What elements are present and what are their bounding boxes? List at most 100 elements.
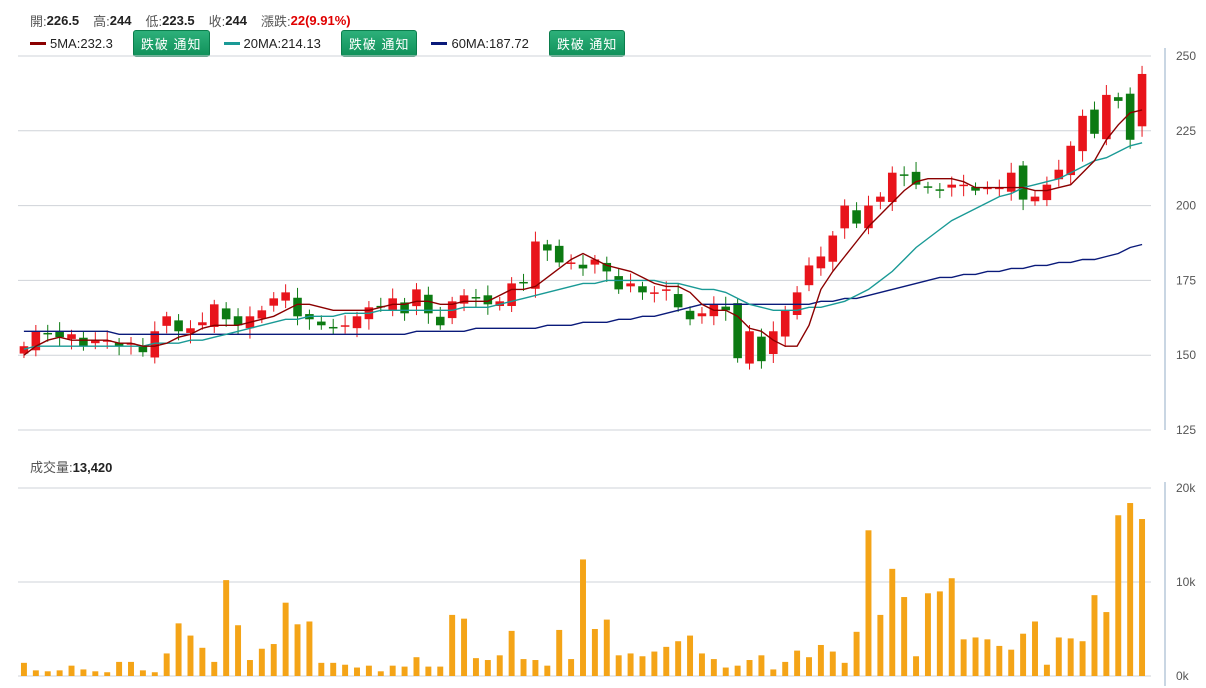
volume-bar: [924, 593, 931, 676]
volume-bar: [889, 568, 896, 676]
volume-bar: [746, 660, 753, 676]
volume-bar: [449, 614, 456, 676]
candle-body: [614, 276, 623, 290]
price-tick-label: 225: [1176, 124, 1196, 138]
volume-bar: [1032, 621, 1038, 676]
candle-body: [650, 292, 659, 294]
volume-bar: [710, 659, 717, 676]
candle-body: [174, 320, 183, 332]
volume-bar: [722, 667, 729, 676]
candle-body: [471, 297, 481, 299]
candle-body: [757, 336, 766, 362]
candle-body: [79, 337, 88, 347]
candle-body: [566, 262, 576, 264]
volume-tick-label: 20k: [1176, 481, 1196, 495]
volume-bar: [1067, 638, 1074, 676]
candle-body: [209, 304, 219, 327]
volume-bar: [627, 653, 634, 676]
volume-bar: [663, 646, 670, 676]
volume-bar: [330, 662, 337, 676]
volume-bar: [235, 625, 242, 676]
candle-body: [959, 184, 968, 187]
volume-bar: [484, 660, 491, 676]
volume-bar: [151, 672, 158, 676]
volume-bar: [32, 670, 39, 676]
candle-body: [554, 245, 564, 263]
candle-body: [198, 322, 207, 326]
volume-bar: [306, 621, 313, 676]
volume-bar: [758, 655, 765, 676]
volume-bar: [734, 665, 741, 676]
candle-body: [899, 174, 909, 176]
volume-bar: [68, 665, 75, 676]
volume-bar: [211, 661, 218, 676]
volume-bar: [175, 623, 182, 676]
candle-body: [1137, 73, 1147, 127]
volume-bar: [80, 669, 87, 676]
volume-bar: [568, 659, 575, 676]
volume-bar: [1127, 503, 1134, 676]
volume-bar: [580, 559, 586, 676]
candle-body: [1090, 109, 1099, 134]
candle-body: [1113, 97, 1123, 101]
volume-bar: [960, 639, 967, 676]
candle-body: [1006, 172, 1016, 192]
volume-bar: [1008, 649, 1015, 676]
candle-body: [852, 210, 861, 224]
volume-bar: [1139, 519, 1146, 676]
candle-body: [638, 286, 647, 293]
volume-bar: [413, 657, 420, 676]
volume-tick-label: 0k: [1176, 669, 1190, 683]
candle-body: [887, 172, 897, 203]
price-tick-label: 250: [1176, 49, 1196, 63]
volume-bar: [437, 666, 444, 676]
candle-body: [1018, 165, 1028, 200]
volume-bar: [508, 630, 515, 676]
volume-bar: [794, 650, 801, 676]
candle-body: [780, 310, 790, 337]
volume-bar: [687, 635, 694, 676]
candle-body: [816, 256, 826, 269]
candle-body: [221, 308, 231, 320]
volume-bar: [996, 645, 1003, 676]
candle-body: [352, 316, 362, 329]
volume-bar: [770, 669, 777, 676]
volume-bar: [1020, 633, 1027, 676]
volume-bar: [829, 651, 836, 676]
candle-body: [733, 303, 742, 359]
volume-bar: [461, 618, 468, 676]
candle-body: [519, 281, 528, 284]
volume-bar: [984, 639, 991, 676]
price-tick-label: 150: [1176, 348, 1196, 362]
candle-body: [435, 316, 445, 326]
candle-body: [269, 298, 279, 306]
candle-body: [138, 346, 148, 353]
volume-bar: [556, 629, 563, 676]
volume-bar: [139, 670, 146, 676]
volume-bar: [639, 656, 646, 676]
candle-body: [697, 313, 707, 317]
price-tick-label: 125: [1176, 423, 1196, 437]
candle-body: [673, 294, 683, 308]
volume-bar: [318, 662, 325, 676]
candle-body: [531, 241, 540, 289]
volume-bar: [782, 661, 789, 676]
volume-bar: [472, 658, 479, 676]
volume-bar: [354, 667, 360, 676]
ma20-line: [23, 142, 1143, 350]
volume-bar: [1079, 641, 1086, 676]
volume-bar: [92, 671, 99, 676]
volume-bar: [520, 659, 527, 676]
volume-bar: [246, 660, 253, 676]
candle-body: [685, 310, 695, 320]
candle-body: [43, 332, 53, 335]
volume-bar: [20, 662, 27, 676]
volume-bar: [532, 660, 539, 676]
volume-bar: [603, 619, 610, 676]
candle-body: [840, 205, 849, 229]
volume-bar: [615, 655, 622, 676]
volume-bar: [972, 637, 979, 676]
candle-body: [947, 184, 957, 188]
candle-body: [923, 186, 933, 188]
volume-bar: [401, 666, 408, 676]
